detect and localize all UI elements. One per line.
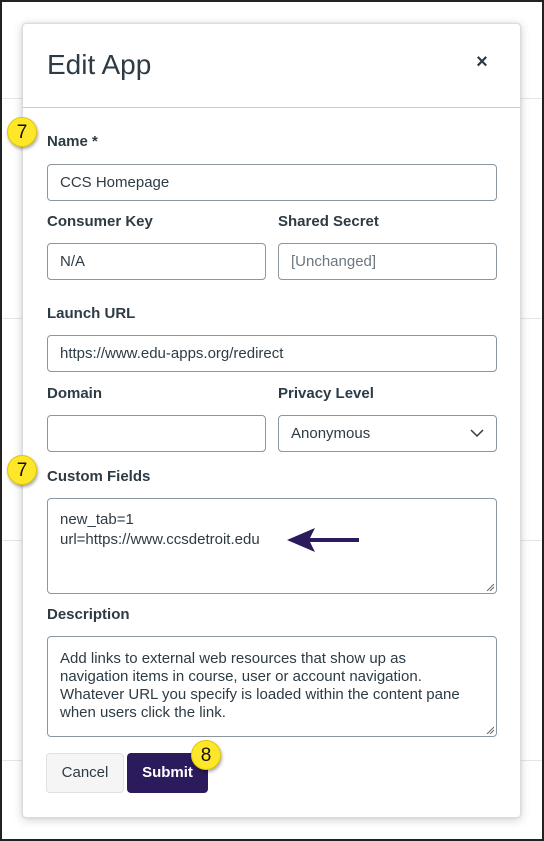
domain-input[interactable] <box>47 415 266 452</box>
custom-field-line: url=https://www.ccsdetroit.edu <box>60 531 260 548</box>
description-textarea[interactable]: Add links to external web resources that… <box>47 636 497 737</box>
edit-app-dialog: Edit App × Name * CCS Homepage Consumer … <box>22 23 521 818</box>
description-label: Description <box>47 606 130 623</box>
shared-secret-input[interactable]: [Unchanged] <box>278 243 497 280</box>
step-badge: 7 <box>7 455 37 485</box>
custom-fields-label: Custom Fields <box>47 468 151 485</box>
consumer-key-label: Consumer Key <box>47 213 153 230</box>
consumer-key-input[interactable]: N/A <box>47 243 266 280</box>
resize-grip-icon[interactable] <box>486 583 494 591</box>
resize-grip-icon[interactable] <box>486 726 494 734</box>
name-label: Name * <box>47 133 98 150</box>
step-badge: 8 <box>191 740 221 770</box>
close-icon[interactable]: × <box>470 50 494 74</box>
description-line: navigation items in course, user or acco… <box>60 668 422 685</box>
description-line: when users click the link. <box>60 704 226 721</box>
step-badge: 7 <box>7 117 37 147</box>
privacy-level-value: Anonymous <box>291 425 371 442</box>
custom-field-line: new_tab=1 <box>60 511 134 528</box>
launch-url-input[interactable]: https://www.edu-apps.org/redirect <box>47 335 497 372</box>
domain-label: Domain <box>47 385 103 402</box>
description-line: Add links to external web resources that… <box>60 650 407 667</box>
cancel-button[interactable]: Cancel <box>46 753 124 793</box>
description-line: Whatever URL you specify is loaded withi… <box>60 686 460 703</box>
chevron-down-icon <box>470 429 484 438</box>
privacy-level-select[interactable]: Anonymous <box>278 415 497 452</box>
dialog-header: Edit App × <box>23 24 520 108</box>
arrow-left-icon <box>287 528 359 552</box>
name-input[interactable]: CCS Homepage <box>47 164 497 201</box>
launch-url-label: Launch URL <box>47 305 136 322</box>
privacy-level-label: Privacy Level <box>278 385 374 402</box>
custom-fields-textarea[interactable]: new_tab=1 url=https://www.ccsdetroit.edu <box>47 498 497 594</box>
shared-secret-label: Shared Secret <box>278 213 379 230</box>
dialog-title: Edit App <box>47 49 152 80</box>
